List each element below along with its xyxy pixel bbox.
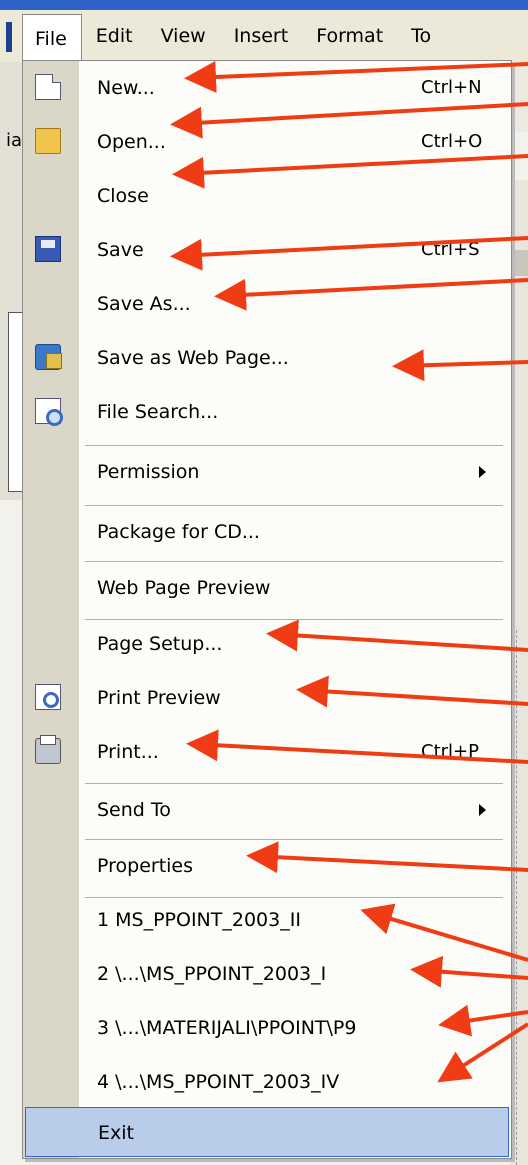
menu-item-shortcut: Ctrl+O [421, 131, 483, 152]
menu-item-properties[interactable]: Properties [23, 839, 511, 893]
new-document-icon [35, 74, 61, 100]
menu-item-label: 3 \...\MATERIJALI\PPOINT\P9 [97, 1017, 357, 1039]
menu-item-label: Print Preview [97, 687, 221, 709]
menu-item-label: Package for CD... [97, 521, 260, 543]
printer-icon [35, 735, 61, 764]
menu-item-print-preview[interactable]: Print Preview [23, 671, 511, 725]
menu-bar: File Edit View Insert Format To [0, 10, 528, 63]
menu-view[interactable]: View [147, 14, 220, 58]
menu-item-label: 2 \...\MS_PPOINT_2003_I [97, 963, 327, 985]
menu-item-file-search[interactable]: File Search... [23, 385, 511, 439]
menu-item-web-page-preview[interactable]: Web Page Preview [23, 561, 511, 615]
menu-item-shortcut: Ctrl+P [421, 741, 479, 762]
menu-item-page-setup[interactable]: Page Setup... [23, 617, 511, 671]
menu-item-package-for-cd[interactable]: Package for CD... [23, 505, 511, 559]
menu-item-recent-file[interactable]: 4 \...\MS_PPOINT_2003_IV [23, 1055, 511, 1109]
menu-item-recent-file[interactable]: 3 \...\MATERIJALI\PPOINT\P9 [23, 1001, 511, 1055]
menu-item-label: Web Page Preview [97, 577, 271, 599]
menu-item-label: Exit [98, 1122, 134, 1144]
menu-item-label: Save [97, 239, 144, 261]
menu-file[interactable]: File [22, 13, 82, 63]
menu-item-permission[interactable]: Permission [23, 445, 511, 499]
background-dotted-border [516, 630, 517, 1165]
menu-item-label: Page Setup... [97, 633, 223, 655]
menu-item-save[interactable]: Save Ctrl+S [23, 223, 511, 277]
web-page-icon [35, 344, 62, 370]
menu-item-send-to[interactable]: Send To [23, 783, 511, 837]
file-search-icon [35, 398, 63, 426]
menu-item-recent-file[interactable]: 1 MS_PPOINT_2003_II [23, 893, 511, 947]
menu-item-label: 1 MS_PPOINT_2003_II [97, 909, 301, 931]
window-edge [0, 10, 22, 62]
menu-item-close[interactable]: Close [23, 169, 511, 223]
menu-item-label: 4 \...\MS_PPOINT_2003_IV [97, 1071, 340, 1093]
menu-item-exit[interactable]: Exit [25, 1107, 509, 1157]
submenu-arrow-icon [479, 466, 486, 478]
background-right-pane [510, 180, 528, 1165]
menu-item-label: Close [97, 185, 149, 207]
menu-item-save-as[interactable]: Save As... [23, 277, 511, 331]
menu-item-label: Permission [97, 461, 200, 483]
menu-item-label: File Search... [97, 401, 219, 423]
save-disk-icon [35, 236, 61, 262]
title-bar-strip [0, 0, 528, 10]
menu-item-label: Send To [97, 799, 171, 821]
print-preview-icon [35, 684, 61, 710]
submenu-arrow-icon [479, 804, 486, 816]
menu-item-new[interactable]: New... Ctrl+N [23, 61, 511, 115]
menu-item-open[interactable]: Open... Ctrl+O [23, 115, 511, 169]
menu-item-label: Properties [97, 855, 194, 877]
background-text: ia [6, 130, 23, 151]
menu-insert[interactable]: Insert [220, 14, 303, 58]
menu-tools[interactable]: To [397, 14, 445, 58]
menu-item-label: Save as Web Page... [97, 347, 289, 369]
menu-item-label: Open... [97, 131, 166, 153]
open-folder-icon [35, 128, 61, 154]
menu-item-label: Save As... [97, 293, 191, 315]
menu-item-shortcut: Ctrl+N [421, 77, 482, 98]
background-ruler [510, 250, 528, 276]
file-menu-dropdown: New... Ctrl+N Open... Ctrl+O Close Save … [22, 60, 512, 1159]
menu-item-label: Print... [97, 741, 159, 763]
menu-format[interactable]: Format [302, 14, 397, 58]
menu-item-recent-file[interactable]: 2 \...\MS_PPOINT_2003_I [23, 947, 511, 1001]
menu-item-shortcut: Ctrl+S [421, 239, 480, 260]
menu-item-label: New... [97, 77, 155, 99]
menu-item-save-as-web-page[interactable]: Save as Web Page... [23, 331, 511, 385]
menu-item-print[interactable]: Print... Ctrl+P [23, 725, 511, 779]
menu-edit[interactable]: Edit [82, 14, 147, 58]
